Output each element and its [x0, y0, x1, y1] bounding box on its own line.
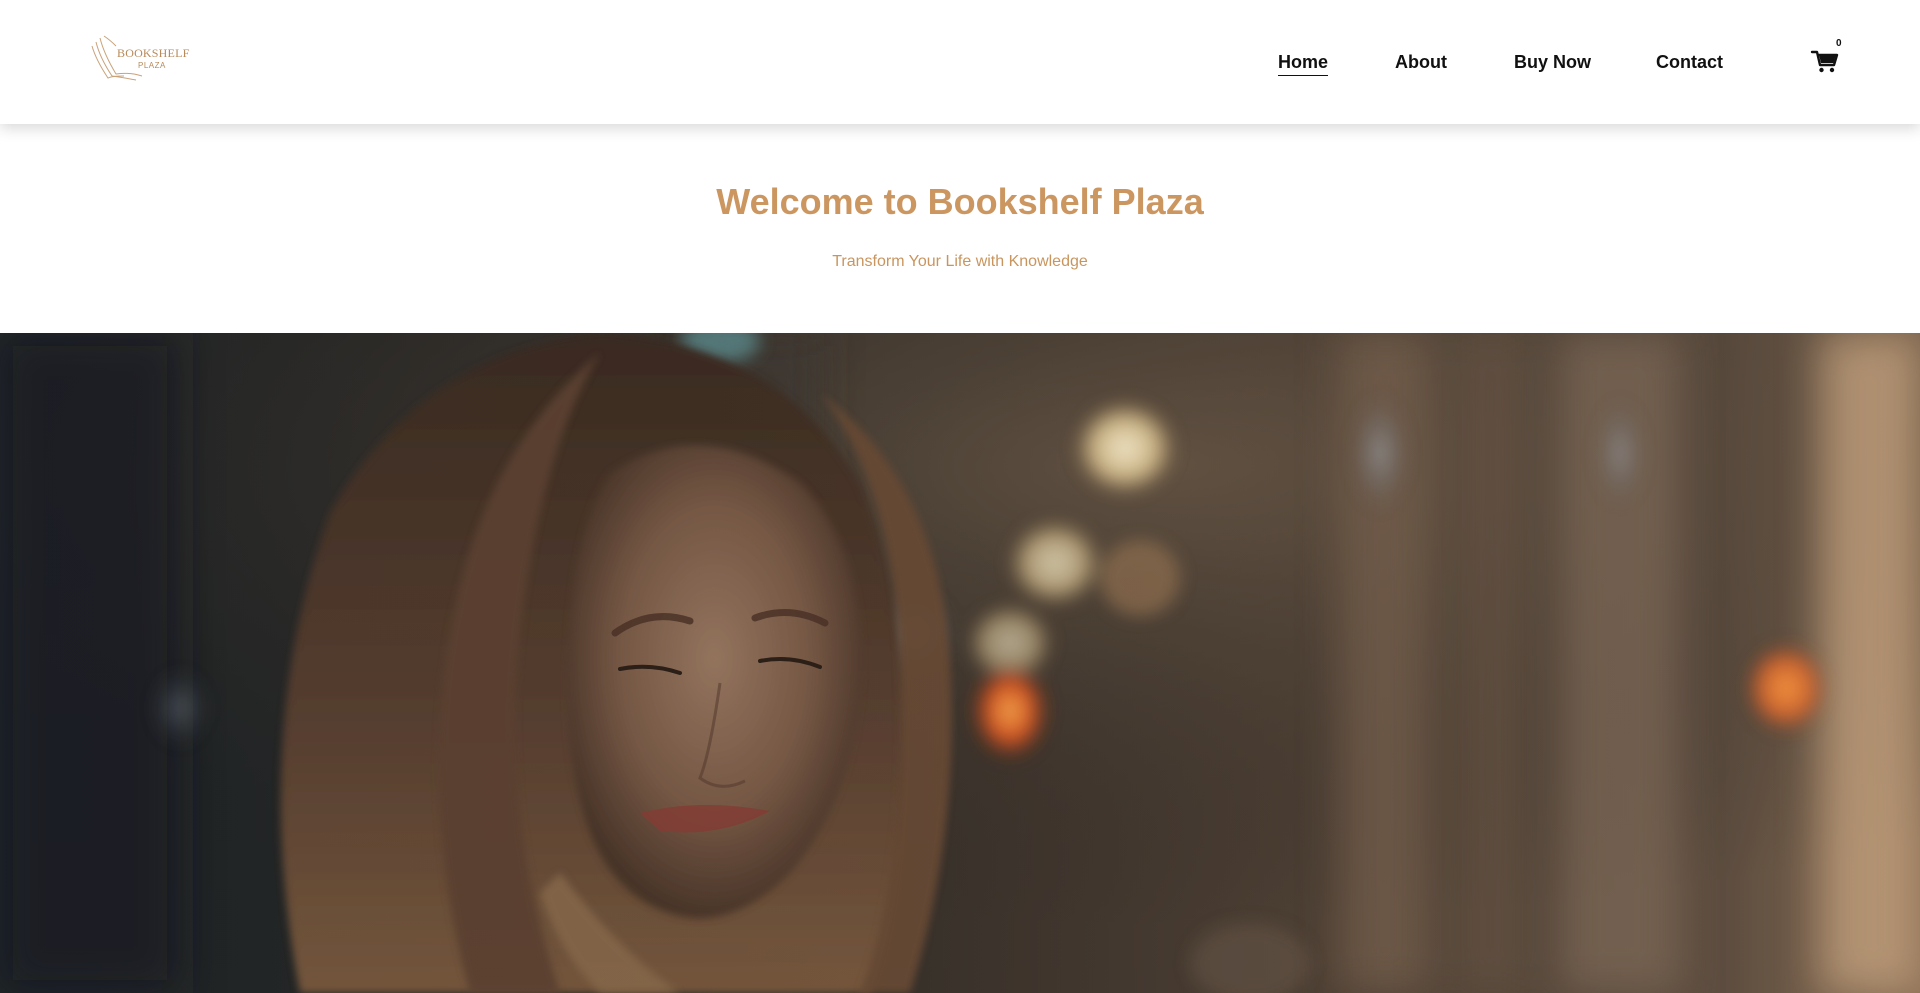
cart-count-badge: 0	[1836, 38, 1842, 49]
nav-home[interactable]: Home	[1278, 51, 1329, 76]
hero-video	[0, 333, 1920, 993]
main-nav: Home About Buy Now Contact	[0, 0, 1920, 124]
nav-contact[interactable]: Contact	[1656, 51, 1723, 73]
page-subtitle: Transform Your Life with Knowledge	[832, 253, 1088, 270]
nav-buy-now[interactable]: Buy Now	[1514, 51, 1591, 73]
cart-icon	[1810, 50, 1839, 73]
nav-about[interactable]: About	[1395, 51, 1447, 73]
page-title: Welcome to Bookshelf Plaza	[716, 181, 1204, 222]
cart-button[interactable]	[1810, 46, 1840, 76]
hero-background-image	[0, 333, 1920, 993]
intro-section: Welcome to Bookshelf Plaza Transform You…	[0, 124, 1920, 333]
site-header: BOOKSHELF PLAZA Home About Buy Now Conta…	[0, 0, 1920, 124]
